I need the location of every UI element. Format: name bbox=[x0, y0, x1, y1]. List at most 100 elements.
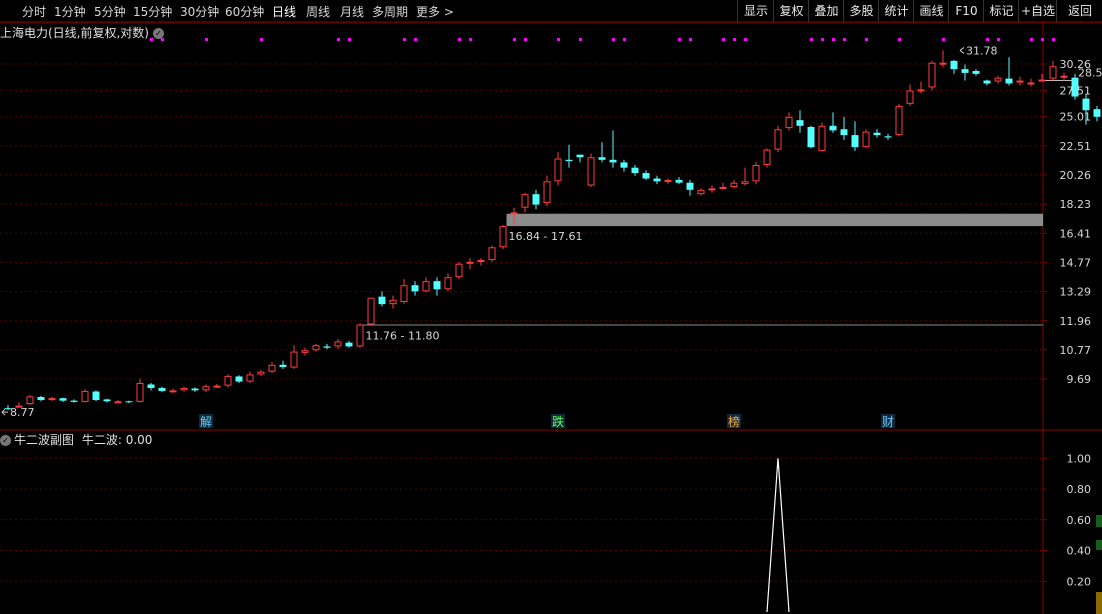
candle[interactable] bbox=[862, 129, 870, 149]
candle[interactable] bbox=[334, 338, 342, 349]
chevron-down-icon[interactable]: ✓ bbox=[0, 435, 11, 446]
candle[interactable] bbox=[576, 154, 584, 163]
event-marker[interactable]: 解 bbox=[200, 415, 212, 429]
candle[interactable] bbox=[697, 188, 705, 196]
candle[interactable] bbox=[928, 60, 936, 91]
candle[interactable] bbox=[158, 386, 166, 393]
candle[interactable] bbox=[1027, 78, 1035, 87]
candle[interactable] bbox=[323, 343, 331, 349]
candle[interactable] bbox=[125, 400, 133, 404]
candle[interactable] bbox=[906, 84, 914, 106]
candle[interactable] bbox=[466, 258, 474, 270]
candle[interactable] bbox=[191, 387, 199, 392]
candle[interactable] bbox=[785, 112, 793, 131]
candle[interactable] bbox=[26, 394, 34, 406]
candle[interactable] bbox=[136, 378, 144, 403]
candle[interactable] bbox=[543, 175, 551, 207]
candle[interactable] bbox=[169, 388, 177, 393]
candle[interactable] bbox=[840, 116, 848, 140]
candle[interactable] bbox=[939, 50, 947, 68]
candle[interactable] bbox=[983, 79, 991, 86]
candle[interactable] bbox=[488, 245, 496, 262]
candle[interactable] bbox=[202, 384, 210, 392]
candle[interactable] bbox=[103, 398, 111, 403]
candle[interactable] bbox=[147, 383, 155, 391]
candle[interactable] bbox=[829, 112, 837, 133]
candle[interactable] bbox=[1060, 72, 1068, 81]
candle[interactable] bbox=[246, 371, 254, 384]
candle[interactable] bbox=[1038, 73, 1046, 82]
candle[interactable] bbox=[290, 345, 298, 369]
candle[interactable] bbox=[796, 110, 804, 133]
event-marker[interactable]: 跌 bbox=[552, 414, 564, 429]
candle[interactable] bbox=[1016, 76, 1024, 86]
candle[interactable] bbox=[1049, 60, 1057, 81]
candle[interactable] bbox=[895, 103, 903, 137]
candle[interactable] bbox=[499, 225, 507, 250]
candle[interactable] bbox=[389, 295, 397, 309]
candle[interactable] bbox=[664, 178, 672, 185]
candle[interactable] bbox=[873, 129, 881, 138]
candle[interactable] bbox=[422, 277, 430, 293]
candle[interactable] bbox=[950, 59, 958, 74]
candle[interactable] bbox=[81, 389, 89, 403]
candle[interactable] bbox=[532, 189, 540, 210]
candle[interactable] bbox=[356, 323, 364, 348]
candle[interactable] bbox=[719, 182, 727, 190]
candle[interactable] bbox=[455, 261, 463, 280]
candle[interactable] bbox=[224, 374, 232, 388]
candle[interactable] bbox=[554, 152, 562, 186]
candle[interactable] bbox=[708, 185, 716, 193]
candle[interactable] bbox=[884, 133, 892, 140]
candle[interactable] bbox=[367, 297, 375, 326]
candle[interactable] bbox=[774, 125, 782, 153]
candle[interactable] bbox=[180, 386, 188, 392]
candle[interactable] bbox=[521, 192, 529, 213]
candle[interactable] bbox=[587, 153, 595, 187]
candle[interactable] bbox=[345, 340, 353, 348]
candle[interactable] bbox=[741, 167, 749, 186]
candle[interactable] bbox=[917, 81, 925, 94]
candle[interactable] bbox=[675, 177, 683, 185]
candle[interactable] bbox=[378, 291, 386, 307]
candle[interactable] bbox=[213, 383, 221, 388]
candle[interactable] bbox=[598, 142, 606, 163]
candle[interactable] bbox=[565, 144, 573, 168]
chevron-down-icon[interactable]: ✓ bbox=[153, 28, 164, 39]
candle[interactable] bbox=[994, 75, 1002, 84]
candle[interactable] bbox=[312, 343, 320, 352]
candle[interactable] bbox=[235, 375, 243, 384]
candle[interactable] bbox=[642, 170, 650, 180]
candle[interactable] bbox=[279, 360, 287, 369]
candle[interactable] bbox=[92, 390, 100, 401]
candle[interactable] bbox=[70, 399, 78, 403]
candle[interactable] bbox=[972, 69, 980, 76]
candle[interactable] bbox=[653, 175, 661, 185]
candle[interactable] bbox=[851, 121, 859, 151]
chart-canvas[interactable]: 30.2627.5125.0122.5120.2618.2316.4114.77… bbox=[0, 0, 1102, 614]
candle[interactable] bbox=[1005, 57, 1013, 86]
candle[interactable] bbox=[686, 179, 694, 196]
candle[interactable] bbox=[257, 369, 265, 376]
candle[interactable] bbox=[444, 273, 452, 292]
candle[interactable] bbox=[609, 130, 617, 168]
candle[interactable] bbox=[433, 277, 441, 296]
event-marker[interactable]: 榜 bbox=[728, 414, 740, 429]
candle[interactable] bbox=[400, 279, 408, 305]
candle[interactable] bbox=[763, 148, 771, 168]
candle[interactable] bbox=[807, 125, 815, 149]
candle[interactable] bbox=[37, 395, 45, 402]
event-marker[interactable]: 财 bbox=[882, 415, 894, 429]
candle[interactable] bbox=[1093, 105, 1101, 122]
candle[interactable] bbox=[477, 258, 485, 266]
candle[interactable] bbox=[48, 396, 56, 401]
candle[interactable] bbox=[752, 162, 760, 185]
candle[interactable] bbox=[961, 64, 969, 81]
candle[interactable] bbox=[114, 400, 122, 404]
candle[interactable] bbox=[620, 159, 628, 172]
candle[interactable] bbox=[631, 165, 639, 176]
candle[interactable] bbox=[59, 397, 67, 402]
candle[interactable] bbox=[730, 179, 738, 189]
candle[interactable] bbox=[301, 347, 309, 356]
candle[interactable] bbox=[818, 122, 826, 151]
